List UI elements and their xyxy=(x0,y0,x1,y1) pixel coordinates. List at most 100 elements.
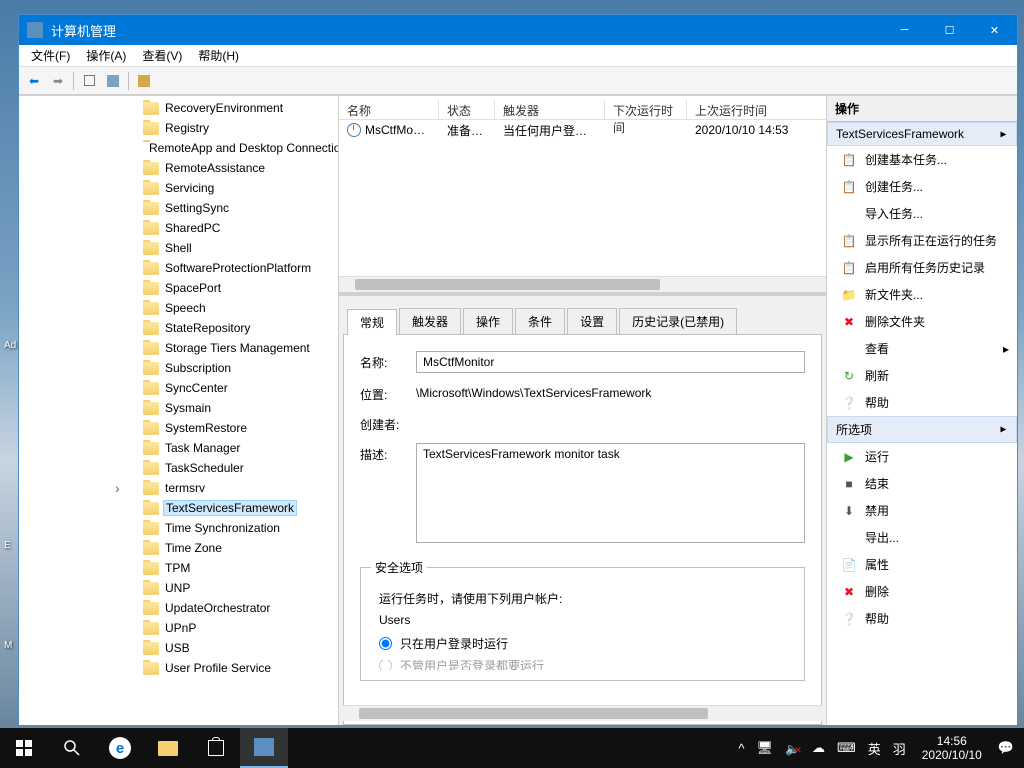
radio-not-logged-on[interactable] xyxy=(379,660,392,670)
tray-ime-1[interactable]: 英 xyxy=(862,739,887,758)
tree-item-storage-tiers-management[interactable]: Storage Tiers Management xyxy=(19,338,338,358)
tree-item-systemrestore[interactable]: SystemRestore xyxy=(19,418,338,438)
menu-view[interactable]: 查看(V) xyxy=(134,45,190,66)
show-hide-button[interactable] xyxy=(102,70,124,92)
desktop-icon-edge[interactable]: E xyxy=(4,540,11,551)
security-options: 安全选项 运行任务时，请使用下列用户帐户: Users 只在用户登录时运行 不管… xyxy=(360,559,805,681)
forward-button[interactable]: ➡ xyxy=(47,70,69,92)
tree-item-unp[interactable]: UNP xyxy=(19,578,338,598)
tree-item-tpm[interactable]: TPM xyxy=(19,558,338,578)
up-button[interactable] xyxy=(78,70,100,92)
menu-action[interactable]: 操作(A) xyxy=(78,45,134,66)
back-button[interactable]: ⬅ xyxy=(23,70,45,92)
tray-network-icon[interactable]: 🖥 xyxy=(750,740,779,756)
tree-item-staterepository[interactable]: StateRepository xyxy=(19,318,338,338)
action-section-folder[interactable]: TextServicesFramework▲ xyxy=(827,122,1017,146)
tree-item-usb[interactable]: USB xyxy=(19,638,338,658)
col-triggers[interactable]: 触发器 xyxy=(495,100,605,119)
taskbar-store[interactable] xyxy=(192,728,240,768)
tree-item-servicing[interactable]: Servicing xyxy=(19,178,338,198)
tree-item-sharedpc[interactable]: SharedPC xyxy=(19,218,338,238)
action-sel-删除[interactable]: ✖删除 xyxy=(827,578,1017,605)
col-name[interactable]: 名称 xyxy=(339,100,439,119)
col-last[interactable]: 上次运行时间 xyxy=(687,100,826,119)
action-删除文件夹[interactable]: ✖删除文件夹 xyxy=(827,308,1017,335)
tab-conditions[interactable]: 条件 xyxy=(515,308,565,334)
tree-item-softwareprotectionplatform[interactable]: SoftwareProtectionPlatform xyxy=(19,258,338,278)
action-section-selected[interactable]: 所选项▲ xyxy=(827,416,1017,443)
action-新文件夹-[interactable]: 📁新文件夹... xyxy=(827,281,1017,308)
tree-item-user-profile-service[interactable]: User Profile Service xyxy=(19,658,338,678)
action-创建基本任务-[interactable]: 📋创建基本任务... xyxy=(827,146,1017,173)
tray-clock[interactable]: 14:562020/10/10 xyxy=(912,734,992,762)
tab-general[interactable]: 常规 xyxy=(347,309,397,335)
description-field[interactable] xyxy=(416,443,805,543)
tab-history[interactable]: 历史记录(已禁用) xyxy=(619,308,737,334)
tray-notifications-icon[interactable]: 💬 xyxy=(992,740,1020,756)
tree-item-task-manager[interactable]: Task Manager xyxy=(19,438,338,458)
tree-item-subscription[interactable]: Subscription xyxy=(19,358,338,378)
task-row[interactable]: MsCtfMoni... 准备就绪 当任何用户登录时 2020/10/10 14… xyxy=(339,120,826,140)
tree-item-remoteassistance[interactable]: RemoteAssistance xyxy=(19,158,338,178)
action-sel-运行[interactable]: ▶运行 xyxy=(827,443,1017,470)
close-button[interactable]: ✕ xyxy=(972,15,1017,45)
tree-item-speech[interactable]: Speech xyxy=(19,298,338,318)
tray-volume-icon[interactable]: 🔈✕ xyxy=(779,741,806,756)
start-button[interactable] xyxy=(0,728,48,768)
name-field[interactable] xyxy=(416,351,805,373)
minimize-button[interactable]: ─ xyxy=(882,15,927,45)
tree-panel[interactable]: RecoveryEnvironmentRegistryRemoteApp and… xyxy=(19,96,339,725)
desktop-icon-m[interactable]: M xyxy=(4,640,12,651)
action-查看[interactable]: 查看▸ xyxy=(827,335,1017,362)
tree-item-sysmain[interactable]: Sysmain xyxy=(19,398,338,418)
action-sel-帮助[interactable]: ❔帮助 xyxy=(827,605,1017,632)
action-启用所有任务历史记录[interactable]: 📋启用所有任务历史记录 xyxy=(827,254,1017,281)
tree-item-termsrv[interactable]: termsrv xyxy=(19,478,338,498)
tab-settings[interactable]: 设置 xyxy=(567,308,617,334)
desktop-icon-adobe[interactable]: Ad xyxy=(4,340,16,351)
action-帮助[interactable]: ❔帮助 xyxy=(827,389,1017,416)
tree-item-spaceport[interactable]: SpacePort xyxy=(19,278,338,298)
properties-button[interactable] xyxy=(133,70,155,92)
taskbar-explorer[interactable] xyxy=(144,728,192,768)
action-sel-属性[interactable]: 📄属性 xyxy=(827,551,1017,578)
tree-item-recoveryenvironment[interactable]: RecoveryEnvironment xyxy=(19,98,338,118)
action-导入任务-[interactable]: 导入任务... xyxy=(827,200,1017,227)
radio-logged-on[interactable] xyxy=(379,637,392,650)
menu-help[interactable]: 帮助(H) xyxy=(190,45,247,66)
taskbar-mmc[interactable] xyxy=(240,728,288,768)
action-sel-禁用[interactable]: ⬇禁用 xyxy=(827,497,1017,524)
tree-item-registry[interactable]: Registry xyxy=(19,118,338,138)
action-创建任务-[interactable]: 📋创建任务... xyxy=(827,173,1017,200)
action-刷新[interactable]: ↻ 刷新 xyxy=(827,362,1017,389)
tray-keyboard-icon[interactable]: ⌨ xyxy=(831,740,862,756)
tray-ime-2[interactable]: 羽 xyxy=(887,739,912,758)
col-status[interactable]: 状态 xyxy=(439,100,495,119)
tray-chevron-icon[interactable]: ^ xyxy=(732,741,750,756)
action-显示所有正在运行的任务[interactable]: 📋显示所有正在运行的任务 xyxy=(827,227,1017,254)
tree-item-shell[interactable]: Shell xyxy=(19,238,338,258)
tree-item-settingsync[interactable]: SettingSync xyxy=(19,198,338,218)
detail-scrollbar-horizontal[interactable] xyxy=(343,705,822,721)
task-scrollbar-horizontal[interactable] xyxy=(339,276,826,292)
tree-item-synccenter[interactable]: SyncCenter xyxy=(19,378,338,398)
action-sel-结束[interactable]: ■结束 xyxy=(827,470,1017,497)
action-sel-导出-[interactable]: 导出... xyxy=(827,524,1017,551)
tree-item-remoteapp-and-desktop-connections[interactable]: RemoteApp and Desktop Connections xyxy=(19,138,338,158)
tree-item-updateorchestrator[interactable]: UpdateOrchestrator xyxy=(19,598,338,618)
taskbar-edge[interactable]: e xyxy=(96,728,144,768)
tab-triggers[interactable]: 触发器 xyxy=(399,308,461,334)
tree-item-taskscheduler[interactable]: TaskScheduler xyxy=(19,458,338,478)
folder-icon xyxy=(143,462,159,475)
tray-onedrive-icon[interactable]: ☁ xyxy=(806,740,831,756)
tree-item-textservicesframework[interactable]: TextServicesFramework xyxy=(19,498,338,518)
maximize-button[interactable]: ☐ xyxy=(927,15,972,45)
description-label: 描述: xyxy=(360,443,416,463)
tree-item-time-synchronization[interactable]: Time Synchronization xyxy=(19,518,338,538)
menu-file[interactable]: 文件(F) xyxy=(23,45,78,66)
search-button[interactable] xyxy=(48,728,96,768)
col-next[interactable]: 下次运行时间 xyxy=(605,100,687,119)
tree-item-upnp[interactable]: UPnP xyxy=(19,618,338,638)
tree-item-time-zone[interactable]: Time Zone xyxy=(19,538,338,558)
tab-actions[interactable]: 操作 xyxy=(463,308,513,334)
